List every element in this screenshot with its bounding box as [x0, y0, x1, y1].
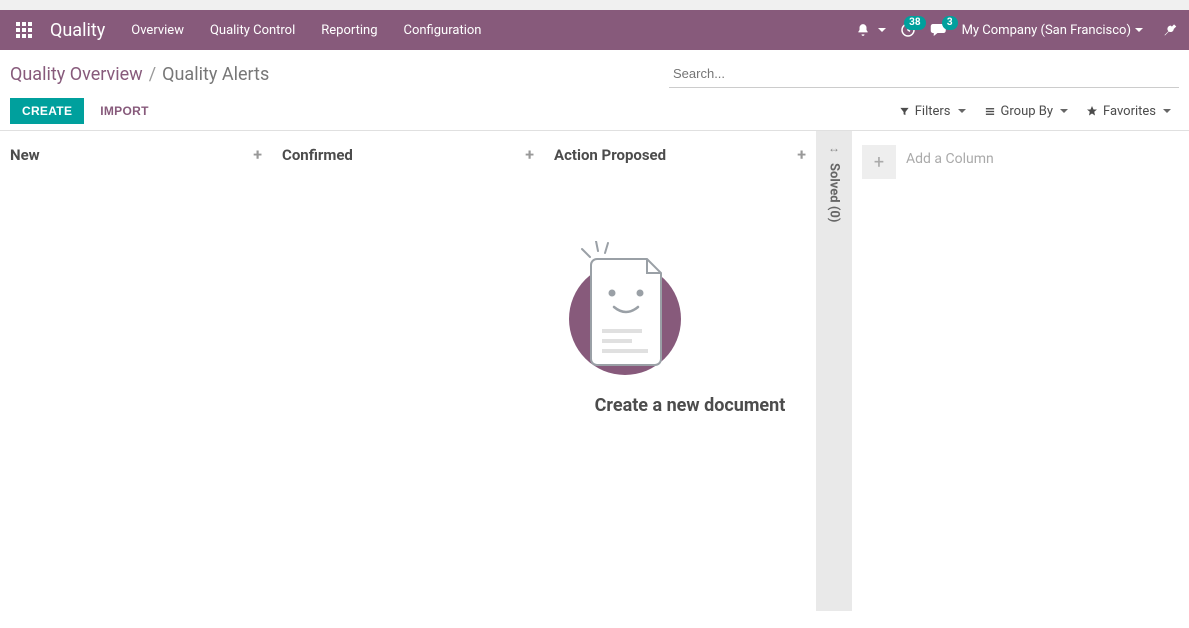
search-input[interactable]	[669, 60, 1179, 88]
navbar: Quality Overview Quality Control Reporti…	[0, 10, 1189, 50]
apps-icon	[16, 22, 32, 38]
apps-menu-button[interactable]	[8, 16, 40, 44]
folded-column-count: (0)	[827, 206, 842, 223]
messages-button[interactable]: 3	[930, 22, 948, 38]
nav-item-configuration[interactable]: Configuration	[392, 15, 494, 46]
group-by-dropdown[interactable]: Group By	[984, 104, 1069, 119]
chevron-down-icon	[1163, 109, 1171, 113]
activities-button[interactable]: 38	[900, 22, 916, 38]
list-icon	[984, 106, 996, 117]
messages-badge: 3	[942, 16, 958, 30]
company-name: My Company (San Francisco)	[962, 23, 1131, 38]
control-panel: Quality Overview / Quality Alerts CREATE…	[0, 50, 1189, 131]
breadcrumb: Quality Overview / Quality Alerts	[10, 64, 269, 85]
bell-icon	[856, 23, 870, 37]
activities-badge: 38	[904, 16, 925, 30]
kanban-column-confirmed: Confirmed +	[272, 131, 544, 611]
breadcrumb-current: Quality Alerts	[162, 64, 269, 85]
column-title[interactable]: New	[10, 146, 40, 164]
kanban-view: New + Confirmed + Action Proposed + ↔ So…	[0, 131, 1189, 611]
add-column-label[interactable]: Add a Column	[906, 145, 994, 167]
column-title[interactable]: Confirmed	[282, 146, 353, 164]
group-by-label: Group By	[1001, 104, 1054, 119]
add-column-area: + Add a Column	[852, 131, 1004, 611]
notifications-button[interactable]	[856, 23, 886, 37]
favorites-dropdown[interactable]: Favorites	[1086, 104, 1171, 119]
empty-state: Create a new document	[560, 241, 820, 416]
app-title[interactable]: Quality	[40, 20, 119, 41]
import-button[interactable]: IMPORT	[88, 98, 160, 124]
chevron-down-icon	[1060, 109, 1068, 113]
add-column-button[interactable]: +	[862, 145, 896, 179]
star-icon	[1086, 105, 1098, 117]
empty-state-title: Create a new document	[560, 395, 820, 416]
breadcrumb-separator: /	[149, 64, 156, 85]
debug-button[interactable]	[1163, 23, 1177, 37]
kanban-column-folded-solved[interactable]: ↔ Solved (0)	[816, 131, 852, 611]
nav-menu: Overview Quality Control Reporting Confi…	[119, 15, 493, 46]
breadcrumb-parent[interactable]: Quality Overview	[10, 64, 143, 85]
quick-create-button[interactable]: +	[525, 145, 534, 164]
folded-column-label: Solved	[827, 163, 842, 203]
chevron-down-icon	[1135, 28, 1143, 32]
filter-icon	[899, 106, 910, 117]
favorites-label: Favorites	[1103, 104, 1156, 119]
nav-item-reporting[interactable]: Reporting	[309, 15, 389, 46]
chevron-down-icon	[958, 109, 966, 113]
column-title[interactable]: Action Proposed	[554, 146, 666, 164]
nav-item-quality-control[interactable]: Quality Control	[198, 15, 307, 46]
filters-label: Filters	[915, 104, 951, 119]
quick-create-button[interactable]: +	[253, 145, 262, 164]
chevron-down-icon	[878, 28, 886, 32]
wrench-icon	[1163, 23, 1177, 37]
company-switcher[interactable]: My Company (San Francisco)	[962, 23, 1143, 38]
kanban-column-new: New +	[0, 131, 272, 611]
nav-item-overview[interactable]: Overview	[119, 15, 196, 46]
empty-document-icon	[560, 241, 690, 381]
quick-create-button[interactable]: +	[797, 145, 806, 164]
create-button[interactable]: CREATE	[10, 98, 84, 124]
expand-icon: ↔	[828, 141, 840, 155]
filters-dropdown[interactable]: Filters	[899, 104, 966, 119]
